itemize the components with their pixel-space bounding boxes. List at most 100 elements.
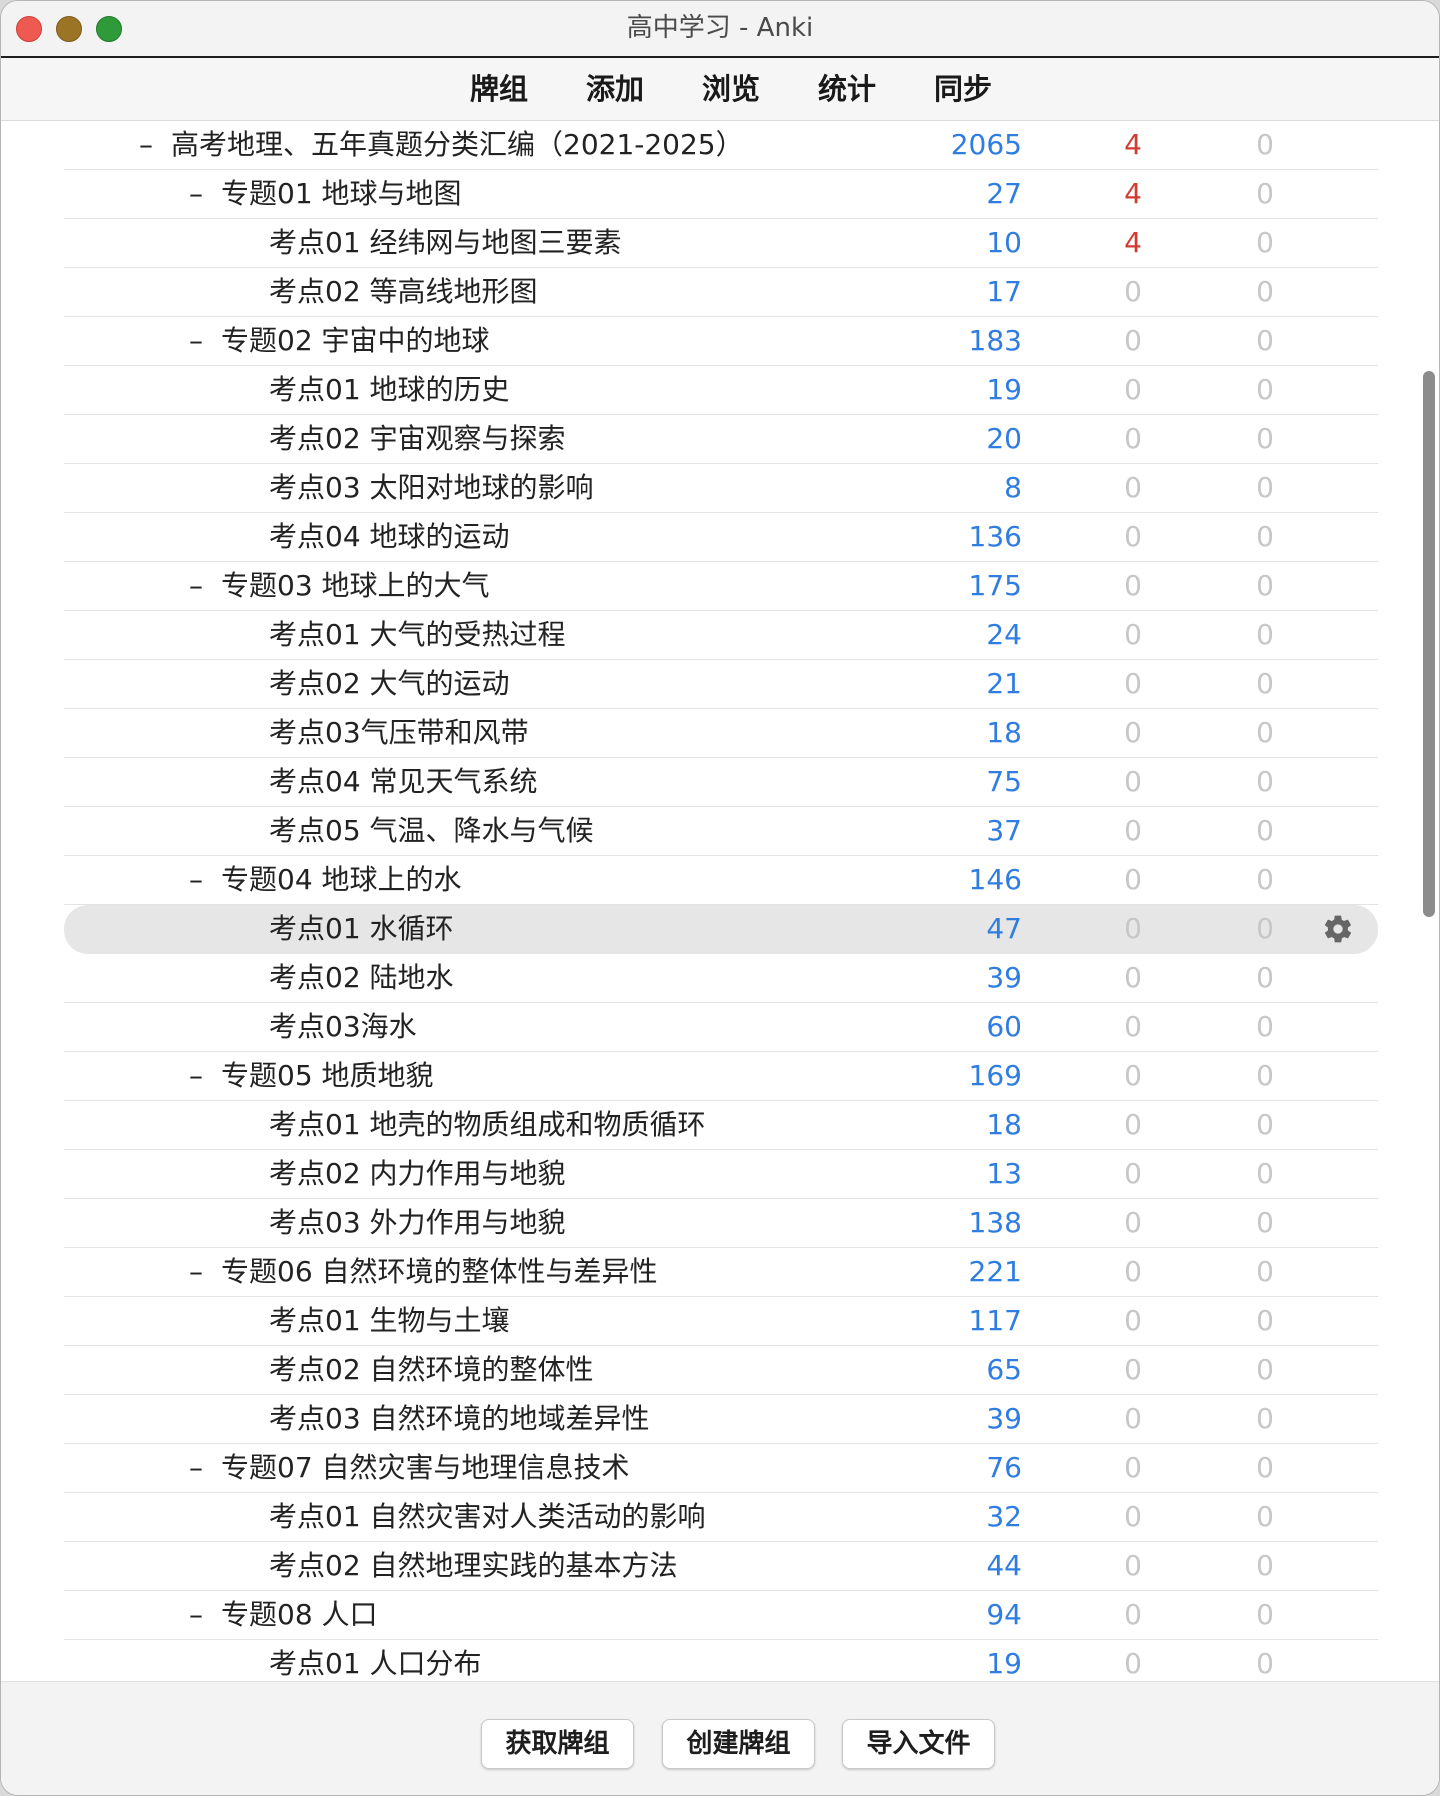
deck-name[interactable]: 考点03气压带和风带 [269, 709, 529, 757]
collapse-toggle[interactable]: – [189, 562, 203, 610]
due-count: 0 [1256, 422, 1274, 455]
collapse-toggle[interactable]: – [189, 856, 203, 904]
new-count: 18 [986, 1108, 1022, 1141]
deck-row[interactable]: 考点01 经纬网与地图三要素 10 4 0 [64, 219, 1378, 268]
learn-count: 0 [1124, 1157, 1142, 1190]
collapse-toggle[interactable]: – [189, 1248, 203, 1296]
deck-row[interactable]: – 专题07 自然灾害与地理信息技术 76 0 0 [64, 1444, 1378, 1493]
toolbar-tab-decks[interactable]: 牌组 [441, 58, 557, 120]
toolbar-tab-browse[interactable]: 浏览 [673, 58, 789, 120]
deck-row[interactable]: – 专题05 地质地貌 169 0 0 [64, 1052, 1378, 1101]
deck-name[interactable]: 考点01 地壳的物质组成和物质循环 [269, 1101, 706, 1149]
deck-name[interactable]: 考点02 陆地水 [269, 954, 454, 1002]
deck-name[interactable]: 专题02 宇宙中的地球 [221, 317, 490, 365]
deck-row[interactable]: 考点02 大气的运动 21 0 0 [64, 660, 1378, 709]
deck-name[interactable]: 考点05 气温、降水与气候 [269, 807, 594, 855]
learn-count: 4 [1124, 226, 1142, 259]
deck-row[interactable]: 考点01 自然灾害对人类活动的影响 32 0 0 [64, 1493, 1378, 1542]
scrollbar-thumb[interactable] [1423, 371, 1435, 917]
deck-name[interactable]: 考点02 等高线地形图 [269, 268, 538, 316]
gear-icon[interactable] [1322, 913, 1354, 945]
collapse-toggle[interactable]: – [189, 170, 203, 218]
toolbar-tab-sync[interactable]: 同步 [905, 58, 1021, 120]
collapse-toggle[interactable]: – [189, 1591, 203, 1639]
deck-row[interactable]: 考点02 内力作用与地貌 13 0 0 [64, 1150, 1378, 1199]
deck-name[interactable]: 考点02 大气的运动 [269, 660, 510, 708]
deck-name[interactable]: 专题01 地球与地图 [221, 170, 462, 218]
deck-name[interactable]: 专题07 自然灾害与地理信息技术 [221, 1444, 630, 1492]
deck-row[interactable]: – 高考地理、五年真题分类汇编（2021-2025） 2065 4 0 [64, 121, 1378, 170]
deck-name[interactable]: 专题08 人口 [221, 1591, 378, 1639]
learn-count: 0 [1124, 1402, 1142, 1435]
deck-row[interactable]: – 专题06 自然环境的整体性与差异性 221 0 0 [64, 1248, 1378, 1297]
deck-row[interactable]: 考点01 地壳的物质组成和物质循环 18 0 0 [64, 1101, 1378, 1150]
deck-row[interactable]: – 专题08 人口 94 0 0 [64, 1591, 1378, 1640]
deck-name[interactable]: 专题04 地球上的水 [221, 856, 462, 904]
deck-name[interactable]: 考点02 内力作用与地貌 [269, 1150, 566, 1198]
due-count: 0 [1256, 177, 1274, 210]
deck-name[interactable]: 考点04 地球的运动 [269, 513, 510, 561]
toolbar-tab-stats[interactable]: 统计 [789, 58, 905, 120]
deck-name[interactable]: 考点01 经纬网与地图三要素 [269, 219, 622, 267]
anki-window: 高中学习 - Anki 牌组 添加 浏览 统计 同步 – 高考地理、五年真题分类汇… [0, 0, 1440, 1796]
learn-count: 0 [1124, 1451, 1142, 1484]
deck-row[interactable]: – 专题01 地球与地图 27 4 0 [64, 170, 1378, 219]
deck-name[interactable]: 考点03 自然环境的地域差异性 [269, 1395, 650, 1443]
collapse-toggle[interactable]: – [189, 1444, 203, 1492]
learn-count: 0 [1124, 1206, 1142, 1239]
deck-name[interactable]: 考点01 水循环 [269, 905, 454, 953]
deck-name[interactable]: 专题03 地球上的大气 [221, 562, 490, 610]
learn-count: 0 [1124, 373, 1142, 406]
new-count: 32 [986, 1500, 1022, 1533]
deck-row[interactable]: 考点01 水循环 47 0 0 [64, 905, 1378, 954]
deck-name[interactable]: 考点02 宇宙观察与探索 [269, 415, 566, 463]
create-deck-button[interactable]: 创建牌组 [662, 1719, 815, 1769]
collapse-toggle[interactable]: – [189, 1052, 203, 1100]
deck-row[interactable]: 考点02 陆地水 39 0 0 [64, 954, 1378, 1003]
deck-name[interactable]: 考点03 外力作用与地貌 [269, 1199, 566, 1247]
deck-row[interactable]: 考点02 等高线地形图 17 0 0 [64, 268, 1378, 317]
deck-row[interactable]: 考点04 地球的运动 136 0 0 [64, 513, 1378, 562]
deck-name[interactable]: 高考地理、五年真题分类汇编（2021-2025） [171, 121, 744, 169]
deck-name[interactable]: 考点04 常见天气系统 [269, 758, 538, 806]
import-file-button[interactable]: 导入文件 [842, 1719, 995, 1769]
deck-row[interactable]: 考点04 常见天气系统 75 0 0 [64, 758, 1378, 807]
deck-name[interactable]: 考点01 大气的受热过程 [269, 611, 566, 659]
deck-row[interactable]: 考点01 地球的历史 19 0 0 [64, 366, 1378, 415]
new-count: 27 [986, 177, 1022, 210]
toolbar-tab-add[interactable]: 添加 [557, 58, 673, 120]
deck-name[interactable]: 考点01 自然灾害对人类活动的影响 [269, 1493, 706, 1541]
deck-row[interactable]: 考点03气压带和风带 18 0 0 [64, 709, 1378, 758]
deck-row[interactable]: 考点01 人口分布 19 0 0 [64, 1640, 1378, 1681]
deck-name[interactable]: 考点03 太阳对地球的影响 [269, 464, 594, 512]
deck-row[interactable]: 考点02 自然地理实践的基本方法 44 0 0 [64, 1542, 1378, 1591]
deck-row[interactable]: 考点03 太阳对地球的影响 8 0 0 [64, 464, 1378, 513]
deck-row[interactable]: 考点03 自然环境的地域差异性 39 0 0 [64, 1395, 1378, 1444]
deck-row[interactable]: 考点03海水 60 0 0 [64, 1003, 1378, 1052]
deck-row[interactable]: – 专题04 地球上的水 146 0 0 [64, 856, 1378, 905]
new-count: 19 [986, 373, 1022, 406]
deck-row[interactable]: 考点05 气温、降水与气候 37 0 0 [64, 807, 1378, 856]
deck-row[interactable]: 考点03 外力作用与地貌 138 0 0 [64, 1199, 1378, 1248]
deck-row[interactable]: 考点02 宇宙观察与探索 20 0 0 [64, 415, 1378, 464]
new-count: 175 [968, 569, 1022, 602]
deck-name[interactable]: 考点01 生物与土壤 [269, 1297, 510, 1345]
deck-name[interactable]: 考点01 人口分布 [269, 1640, 482, 1681]
deck-row[interactable]: 考点02 自然环境的整体性 65 0 0 [64, 1346, 1378, 1395]
deck-row[interactable]: – 专题03 地球上的大气 175 0 0 [64, 562, 1378, 611]
deck-row[interactable]: 考点01 大气的受热过程 24 0 0 [64, 611, 1378, 660]
deck-name[interactable]: 专题05 地质地貌 [221, 1052, 434, 1100]
get-shared-decks-button[interactable]: 获取牌组 [481, 1719, 634, 1769]
learn-count: 4 [1124, 177, 1142, 210]
deck-name[interactable]: 考点02 自然地理实践的基本方法 [269, 1542, 678, 1590]
deck-row[interactable]: 考点01 生物与土壤 117 0 0 [64, 1297, 1378, 1346]
deck-name[interactable]: 考点03海水 [269, 1003, 417, 1051]
deck-name[interactable]: 专题06 自然环境的整体性与差异性 [221, 1248, 658, 1296]
deck-row[interactable]: – 专题02 宇宙中的地球 183 0 0 [64, 317, 1378, 366]
collapse-toggle[interactable]: – [139, 121, 153, 169]
deck-name[interactable]: 考点02 自然环境的整体性 [269, 1346, 594, 1394]
collapse-toggle[interactable]: – [189, 317, 203, 365]
new-count: 13 [986, 1157, 1022, 1190]
deck-name[interactable]: 考点01 地球的历史 [269, 366, 510, 414]
due-count: 0 [1256, 1598, 1274, 1631]
